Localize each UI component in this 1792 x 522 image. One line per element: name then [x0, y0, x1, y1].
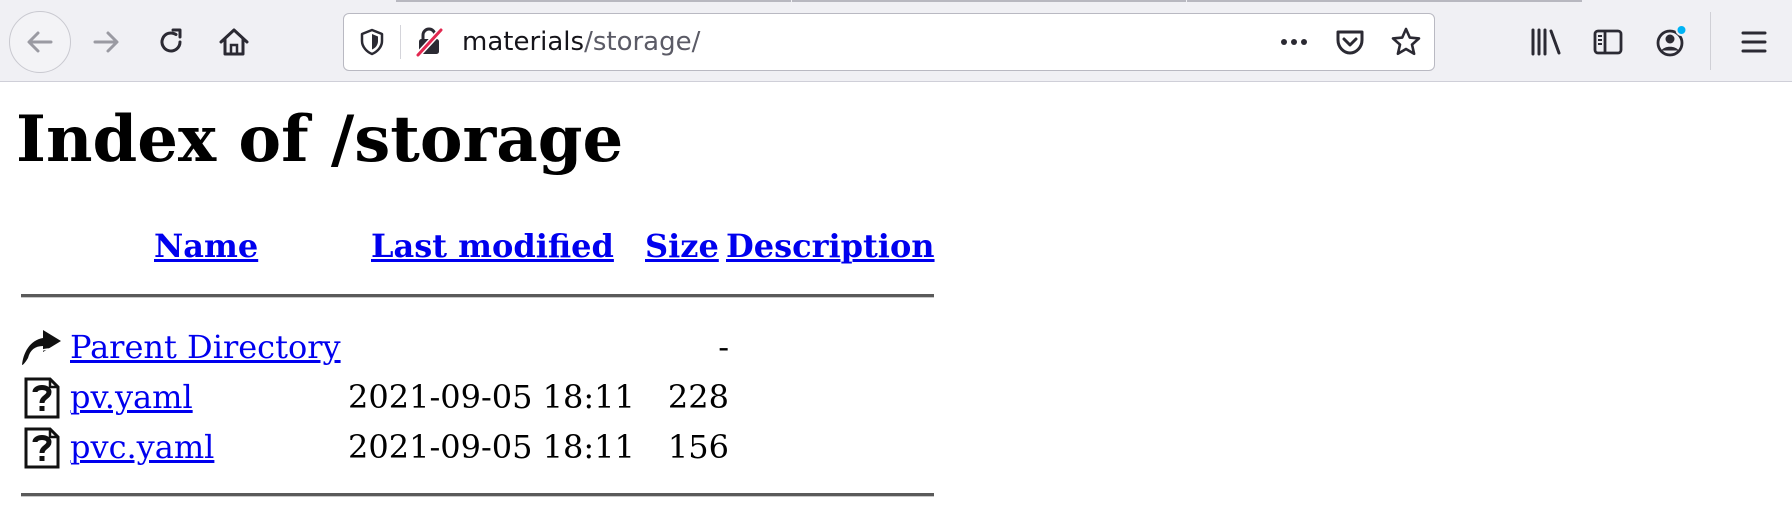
library-icon	[1531, 28, 1561, 56]
sort-by-description-link[interactable]: Description	[726, 226, 935, 266]
parent-directory-icon	[22, 330, 61, 365]
url-host: materials	[462, 27, 585, 57]
reload-button[interactable]	[151, 22, 191, 62]
url-bar-separator	[400, 25, 401, 59]
row-last-modified: 2021-09-05 18:11	[348, 428, 635, 466]
table-row: Parent Directory -	[21, 325, 934, 369]
tracking-protection-button[interactable]	[352, 22, 392, 62]
forward-arrow-icon	[93, 31, 119, 53]
sidebar-button[interactable]	[1588, 22, 1628, 62]
back-button[interactable]	[9, 11, 71, 73]
site-identity-button[interactable]	[409, 22, 449, 62]
sidebar-icon	[1593, 29, 1623, 55]
page-actions-button[interactable]	[1274, 22, 1314, 62]
url-path: /storage/	[584, 27, 701, 57]
reload-icon	[160, 28, 182, 53]
file-link[interactable]: pvc.yaml	[70, 425, 214, 469]
row-size: 156	[667, 428, 729, 466]
tab-strip-edge	[792, 0, 1186, 2]
row-size: -	[718, 328, 729, 366]
browser-toolbar: materials/storage/	[0, 0, 1792, 82]
sort-by-last-modified-link[interactable]: Last modified	[371, 226, 614, 266]
row-size: 228	[667, 378, 729, 416]
footer-rule	[21, 493, 934, 497]
directory-listing: Name Last modified Size Description Pare…	[21, 222, 935, 502]
tab-strip-edge	[396, 0, 791, 2]
shield-icon	[360, 28, 384, 56]
toolbar-divider	[1710, 12, 1711, 70]
hamburger-menu-icon	[1741, 31, 1767, 53]
sort-by-size-link[interactable]: Size	[645, 226, 719, 266]
library-button[interactable]	[1526, 22, 1566, 62]
star-icon	[1391, 27, 1421, 56]
more-horizontal-icon	[1281, 39, 1307, 45]
insecure-lock-icon	[415, 27, 444, 58]
unknown-file-icon	[24, 377, 60, 419]
unknown-file-icon	[24, 427, 60, 469]
url-text[interactable]: materials/storage/	[462, 22, 700, 62]
forward-button[interactable]	[86, 22, 126, 62]
account-icon	[1656, 24, 1688, 57]
page-title: Index of /storage	[16, 102, 624, 177]
back-arrow-icon	[27, 31, 53, 53]
sort-by-name-link[interactable]: Name	[154, 226, 258, 266]
bookmark-star-button[interactable]	[1386, 22, 1426, 62]
pocket-icon	[1336, 30, 1364, 55]
tab-strip-edge	[1187, 0, 1582, 2]
pocket-button[interactable]	[1330, 22, 1370, 62]
parent-directory-link[interactable]: Parent Directory	[70, 325, 341, 369]
header-rule	[21, 294, 934, 298]
table-row: pv.yaml 2021-09-05 18:11 228	[21, 375, 934, 419]
row-last-modified: 2021-09-05 18:11	[348, 378, 635, 416]
table-row: pvc.yaml 2021-09-05 18:11 156	[21, 425, 934, 469]
home-icon	[219, 28, 249, 56]
account-button[interactable]	[1651, 22, 1691, 62]
app-menu-button[interactable]	[1734, 22, 1774, 62]
home-button[interactable]	[214, 22, 254, 62]
file-link[interactable]: pv.yaml	[70, 375, 193, 419]
